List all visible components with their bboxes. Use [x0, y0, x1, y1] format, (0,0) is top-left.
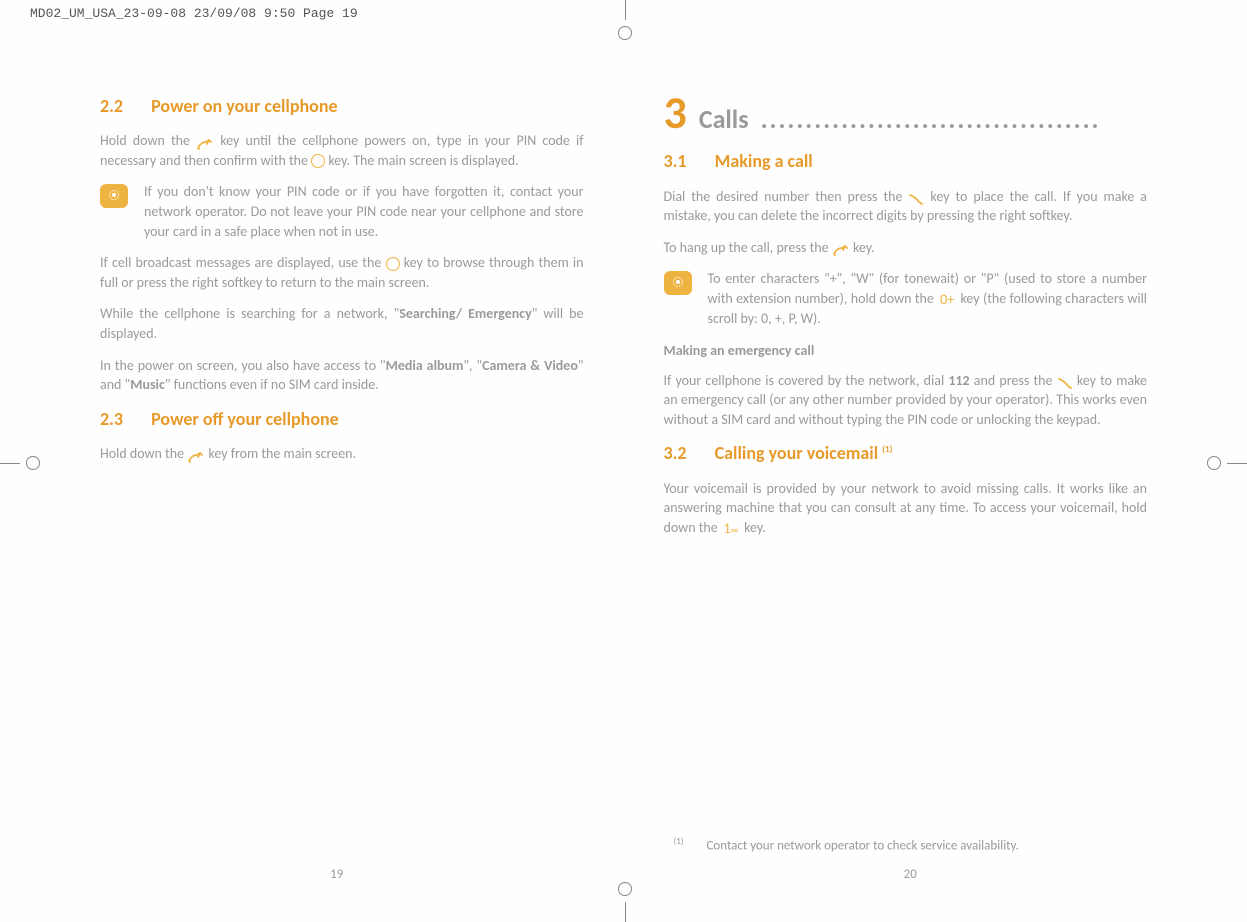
one-key-icon: 1∞ — [721, 519, 741, 539]
zero-key-icon: 0+ — [937, 290, 957, 310]
bold-text: 112 — [948, 372, 969, 389]
section-title: Power off your cellphone — [151, 408, 339, 430]
tip-text: If you don't know your PIN code or if yo… — [144, 182, 584, 241]
bold-text: Music — [130, 376, 165, 393]
ok-key-icon — [311, 154, 325, 168]
text: If your cellphone is covered by the netw… — [664, 372, 949, 389]
chapter-heading: 3 Calls ................................… — [664, 90, 1148, 137]
end-key-icon — [832, 242, 850, 254]
text: 1 — [723, 520, 730, 537]
text: Dial the desired number then press the — [664, 188, 909, 205]
para-2-2-2: If cell broadcast messages are displayed… — [100, 253, 584, 292]
para-3-2-1: Your voicemail is provided by your netwo… — [664, 479, 1148, 539]
footnote-text: Contact your network operator to check s… — [706, 839, 1018, 854]
para-3-1-1: Dial the desired number then press the k… — [664, 187, 1148, 226]
section-number: 2.2 — [100, 95, 123, 117]
footnote-ref: (1) — [882, 444, 892, 455]
tip-box: To enter characters "+", "W" (for tonewa… — [664, 269, 1148, 329]
text: To hang up the call, press the — [664, 239, 832, 256]
text: ", " — [463, 357, 482, 374]
text: Calling your voicemail — [715, 442, 883, 464]
crop-mark-right — [1207, 448, 1247, 478]
para-2-2-4: In the power on screen, you also have ac… — [100, 356, 584, 395]
footnote-marker: (1) — [674, 836, 684, 847]
chapter-title: Calls — [699, 101, 749, 137]
send-key-icon — [1057, 375, 1073, 387]
section-number: 3.1 — [664, 150, 687, 172]
text: Hold down the — [100, 132, 196, 149]
section-title: Making a call — [715, 150, 813, 172]
text: key from the main screen. — [208, 445, 356, 462]
ok-key-icon — [386, 257, 400, 271]
para-3-1-2: To hang up the call, press the key. — [664, 238, 1148, 258]
subheading-emergency: Making an emergency call — [664, 341, 1148, 361]
footnote: (1) Contact your network operator to che… — [674, 836, 1148, 856]
send-key-icon — [908, 191, 924, 203]
page-number: 20 — [624, 866, 1198, 884]
section-3-1-heading: 3.1 Making a call — [664, 149, 1148, 174]
chapter-dots: ...................................... — [761, 101, 1147, 137]
text: In the power on screen, you also have ac… — [100, 357, 386, 374]
section-3-2-heading: 3.2 Calling your voicemail (1) — [664, 441, 1148, 466]
end-key-icon — [187, 449, 205, 461]
section-2-3-heading: 2.3 Power off your cellphone — [100, 407, 584, 432]
para-2-2-1: Hold down the key until the cellphone po… — [100, 131, 584, 170]
page-number: 19 — [50, 866, 624, 884]
crop-mark-left — [0, 448, 40, 478]
tip-box: If you don't know your PIN code or if yo… — [100, 182, 584, 241]
page-right: 3 Calls ................................… — [624, 50, 1198, 892]
text: and press the — [970, 372, 1057, 389]
tip-text: To enter characters "+", "W" (for tonewa… — [708, 269, 1148, 329]
section-number: 3.2 — [664, 442, 687, 464]
para-3-1-3: If your cellphone is covered by the netw… — [664, 371, 1148, 430]
print-header: MD02_UM_USA_23-09-08 23/09/08 9:50 Page … — [30, 6, 358, 21]
crop-mark-top — [610, 0, 640, 40]
bold-text: Media album — [386, 357, 464, 374]
lightbulb-icon — [100, 184, 128, 208]
text: key. — [853, 239, 875, 256]
page-spread: 2.2 Power on your cellphone Hold down th… — [50, 50, 1197, 892]
para-2-3-1: Hold down the key from the main screen. — [100, 444, 584, 464]
lightbulb-icon — [664, 271, 692, 295]
text: key. The main screen is displayed. — [328, 152, 518, 169]
bold-text: Searching/ Emergency — [399, 305, 531, 322]
text: key. — [744, 519, 766, 536]
text: If cell broadcast messages are displayed… — [100, 254, 386, 271]
end-key-icon — [196, 136, 214, 148]
para-2-2-3: While the cellphone is searching for a n… — [100, 304, 584, 343]
text: " functions even if no SIM card inside. — [165, 376, 379, 393]
bold-text: Camera & Video — [482, 357, 578, 374]
section-title: Power on your cellphone — [151, 95, 337, 117]
page-left: 2.2 Power on your cellphone Hold down th… — [50, 50, 624, 892]
text: Hold down the — [100, 445, 187, 462]
section-2-2-heading: 2.2 Power on your cellphone — [100, 94, 584, 119]
text: While the cellphone is searching for a n… — [100, 305, 399, 322]
section-title: Calling your voicemail (1) — [715, 442, 893, 464]
section-number: 2.3 — [100, 408, 123, 430]
chapter-number: 3 — [664, 90, 687, 136]
